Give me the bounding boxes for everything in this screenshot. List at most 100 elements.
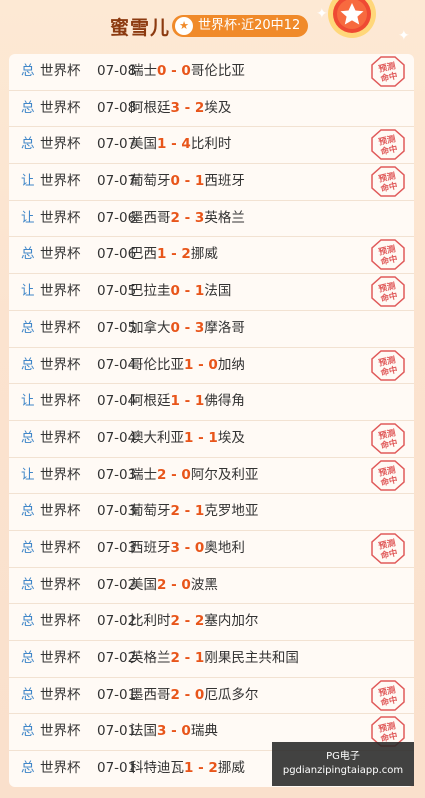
away-score: 2 — [181, 246, 191, 263]
prediction-hit-stamp-icon: 预测命中 — [371, 129, 405, 161]
watermark: PG电子 pgdianzipingtaiapp.com — [272, 742, 414, 786]
home-team: 科特迪瓦 — [130, 760, 184, 777]
home-score: 2 — [170, 613, 180, 630]
score-separator: - — [193, 356, 209, 373]
competition: 世界杯 — [40, 576, 81, 593]
match-row[interactable]: 让世界杯 07-03 瑞士2 - 0阿尔及利亚 预测 命中 — [9, 458, 414, 495]
home-team: 西班牙 — [130, 539, 171, 556]
away-score: 1 — [194, 503, 205, 520]
score-separator: - — [166, 63, 182, 79]
score-separator: - — [179, 650, 195, 666]
home-team: 阿根廷 — [130, 99, 171, 116]
record-badge-label: 世界杯·近20中12 — [198, 18, 301, 33]
play-type-tag: 总 — [21, 136, 35, 153]
home-team: 英格兰 — [130, 650, 171, 666]
home-team: 巴拉圭 — [130, 283, 171, 300]
play-type-tag: 总 — [21, 686, 35, 703]
away-score: 3 — [194, 319, 205, 336]
match-line: 英格兰2 - 1刚果民主共和国 — [130, 641, 299, 677]
match-row[interactable]: 总世界杯 07-07 美国1 - 4比利时 预测 命中 — [9, 127, 414, 165]
home-team: 墨西哥 — [130, 209, 171, 226]
competition: 世界杯 — [40, 63, 81, 79]
score-separator: - — [193, 760, 209, 777]
match-row[interactable]: 总世界杯 07-06 巴西1 - 2挪威 预测 命中 — [9, 237, 414, 275]
away-score: 0 — [181, 576, 191, 593]
competition: 世界杯 — [40, 99, 81, 116]
home-score: 1 — [170, 393, 180, 410]
play-type-tag: 总 — [21, 63, 35, 79]
score-separator: - — [166, 466, 182, 483]
match-row[interactable]: 总世界杯 07-05 加拿大0 - 3摩洛哥 — [9, 311, 414, 348]
match-row[interactable]: 总世界杯 07-08 阿根廷3 - 2埃及 — [9, 91, 414, 128]
match-row[interactable]: 总世界杯 07-01 墨西哥2 - 0厄瓜多尔 预测 命中 — [9, 678, 414, 715]
home-team: 澳大利亚 — [130, 429, 184, 446]
match-row[interactable]: 总世界杯 07-03 西班牙3 - 0奥地利 预测 命中 — [9, 531, 414, 568]
home-team: 瑞士 — [130, 466, 157, 483]
away-team: 瑞典 — [190, 723, 218, 740]
match-row[interactable]: 总世界杯 07-04 哥伦比亚1 - 0加纳 预测 命中 — [9, 348, 414, 385]
watermark-line1: PG电子 — [326, 751, 360, 762]
home-score: 0 — [170, 283, 180, 300]
match-row[interactable]: 总世界杯 07-08 瑞士0 - 0哥伦比亚 预测 命中 — [9, 54, 414, 91]
home-score: 2 — [170, 686, 180, 703]
away-team: 比利时 — [190, 136, 232, 153]
prediction-hit-stamp-icon: 预测命中 — [371, 349, 405, 381]
play-type-tag: 总 — [21, 613, 35, 630]
match-line: 瑞士0 - 0哥伦比亚 — [130, 54, 245, 90]
expert-name: 蜜雪儿 — [110, 17, 171, 39]
record-badge[interactable]: ★ 世界杯·近20中12 — [172, 15, 309, 37]
away-team: 佛得角 — [204, 393, 245, 410]
play-type-tag: 总 — [21, 723, 35, 740]
away-team: 刚果民主共和国 — [204, 650, 299, 666]
away-team: 法国 — [204, 283, 232, 300]
competition: 世界杯 — [40, 319, 81, 336]
prediction-hit-stamp-icon: 预测命中 — [371, 166, 405, 197]
match-row[interactable]: 让世界杯 07-05 巴拉圭0 - 1法国 预测 命中 — [9, 274, 414, 311]
match-line: 比利时2 - 2塞内加尔 — [130, 604, 258, 640]
score-separator: - — [166, 246, 182, 263]
match-row[interactable]: 总世界杯 07-04 澳大利亚1 - 1埃及 预测 命中 — [9, 421, 414, 458]
competition: 世界杯 — [40, 136, 81, 153]
home-team: 美国 — [130, 136, 157, 153]
match-row[interactable]: 让世界杯 07-07 葡萄牙0 - 1西班牙 预测 命中 — [9, 164, 414, 201]
competition: 世界杯 — [40, 650, 81, 666]
away-score: 1 — [194, 393, 205, 410]
home-score: 1 — [184, 429, 194, 446]
away-score: 0 — [194, 539, 205, 556]
match-row[interactable]: 总世界杯 07-03 葡萄牙2 - 1克罗地亚 — [9, 494, 414, 531]
away-team: 厄瓜多尔 — [204, 686, 259, 703]
home-score: 2 — [157, 576, 167, 593]
sparkle-icon: ✦ — [316, 6, 328, 22]
match-line: 法国3 - 0瑞典 — [130, 714, 218, 750]
away-team: 克罗地亚 — [204, 503, 259, 520]
home-score: 1 — [157, 246, 167, 263]
sparkle-icon: ✦ — [398, 28, 410, 44]
home-team: 葡萄牙 — [130, 503, 171, 520]
away-score: 0 — [181, 723, 191, 740]
match-row[interactable]: 总世界杯 07-02 美国2 - 0波黑 — [9, 568, 414, 605]
prediction-list: 总世界杯 07-08 瑞士0 - 0哥伦比亚 预测 命中总世界杯 07-08 阿根廷3 - … — [9, 54, 414, 787]
away-team: 挪威 — [190, 246, 218, 263]
score-separator: - — [179, 686, 195, 703]
score-separator: - — [193, 429, 209, 446]
match-line: 巴西1 - 2挪威 — [130, 237, 218, 273]
away-team: 哥伦比亚 — [190, 63, 245, 79]
away-team: 英格兰 — [204, 209, 245, 226]
play-type-tag: 总 — [21, 650, 35, 666]
play-type-tag: 总 — [21, 356, 35, 373]
play-type-tag: 让 — [21, 393, 35, 410]
prediction-hit-stamp-icon: 预测命中 — [371, 459, 405, 491]
away-team: 埃及 — [217, 429, 245, 446]
score-separator: - — [179, 283, 195, 300]
match-row[interactable]: 让世界杯 07-04 阿根廷1 - 1佛得角 — [9, 384, 414, 421]
away-score: 0 — [181, 466, 191, 483]
match-row[interactable]: 总世界杯 07-02 比利时2 - 2塞内加尔 — [9, 604, 414, 641]
home-score: 2 — [170, 209, 180, 226]
home-score: 2 — [170, 503, 180, 520]
match-row[interactable]: 让世界杯 07-06 墨西哥2 - 3英格兰 — [9, 201, 414, 238]
score-separator: - — [179, 319, 195, 336]
competition: 世界杯 — [40, 429, 81, 446]
home-team: 比利时 — [130, 613, 171, 630]
match-row[interactable]: 总世界杯 07-02 英格兰2 - 1刚果民主共和国 — [9, 641, 414, 678]
away-team: 西班牙 — [204, 173, 245, 190]
